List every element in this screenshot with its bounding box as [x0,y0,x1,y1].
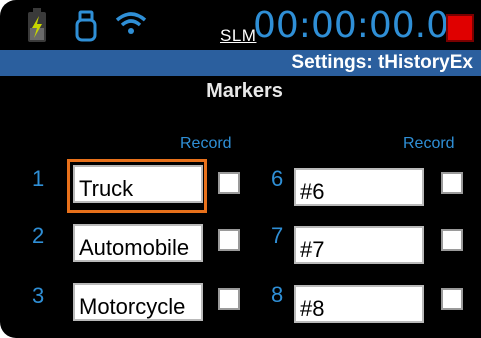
marker-name-field[interactable]: #8 [294,285,424,323]
section-label: Markers [206,80,283,102]
record-checkbox[interactable] [441,229,463,251]
record-checkbox[interactable] [441,288,463,310]
record-checkbox[interactable] [441,172,463,194]
marker-number: 3 [32,283,45,308]
marker-name-field[interactable]: Motorcycle [73,283,203,321]
run-timer: 00:00:00.0 [253,5,450,46]
marker-number: 8 [271,282,284,307]
title-bar: Settings: tHistoryEx [0,50,481,76]
device-screen: SLM 00:00:00.0 Settings: tHistoryEx Mark… [0,0,481,338]
stop-record-icon[interactable] [446,14,474,42]
marker-name-field[interactable]: Truck [73,165,203,203]
marker-name-field[interactable]: #7 [294,226,424,264]
marker-number: 1 [32,166,45,191]
marker-number: 2 [32,223,45,248]
usb-icon [75,10,97,42]
marker-number: 7 [271,223,284,248]
marker-number: 6 [271,166,284,191]
wifi-icon [115,12,147,34]
section-heading: Markers [0,80,481,103]
page-title: Settings: tHistoryEx [291,52,473,73]
marker-name-field[interactable]: #6 [294,168,424,206]
slm-label: SLM [220,26,257,45]
record-checkbox[interactable] [218,288,240,310]
marker-name-field[interactable]: Automobile [73,224,203,262]
record-checkbox[interactable] [218,172,240,194]
record-checkbox[interactable] [218,229,240,251]
battery-charging-icon [28,8,46,42]
record-header-right: Record [403,135,455,152]
record-header-left: Record [180,135,232,152]
